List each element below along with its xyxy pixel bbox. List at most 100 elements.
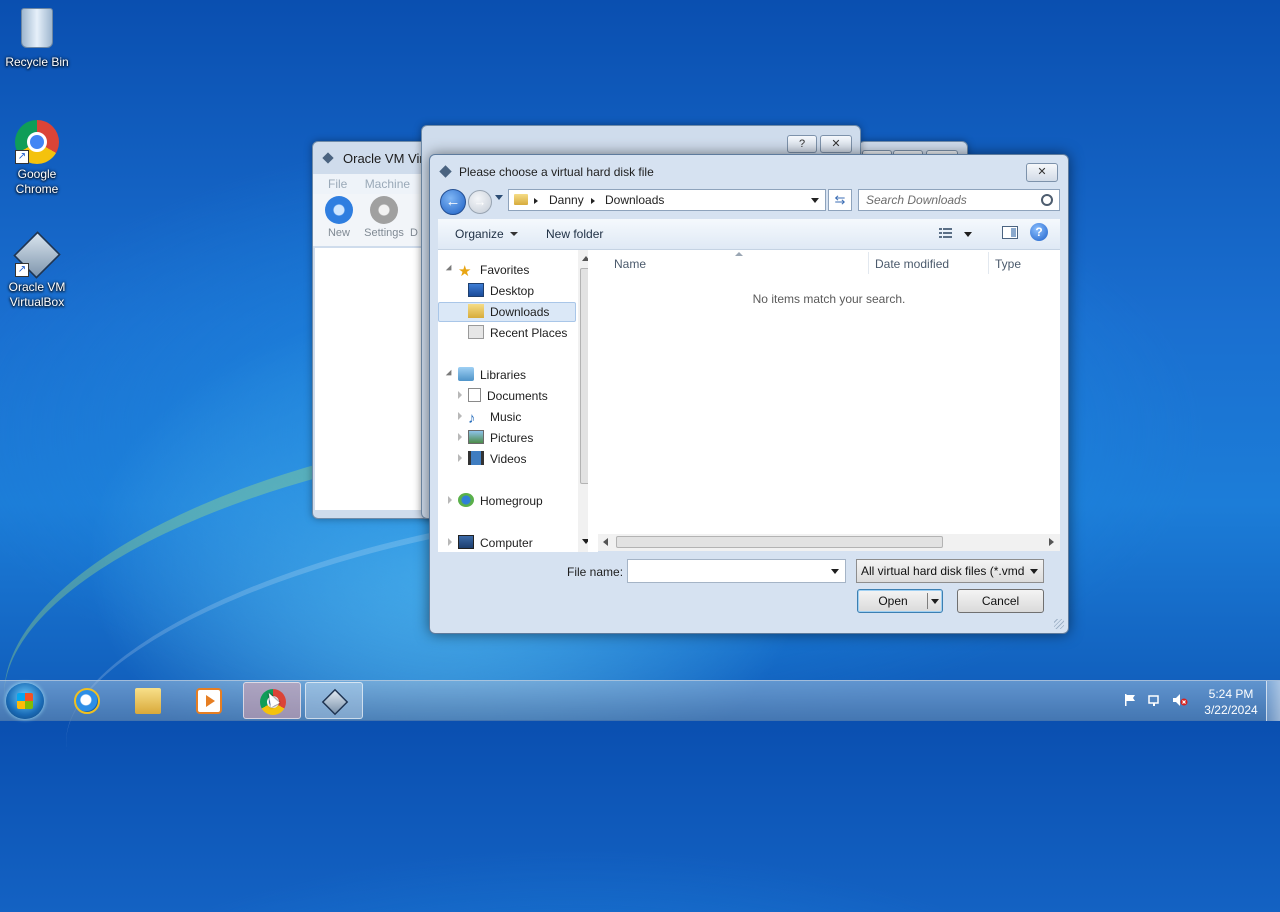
dialog-title: Please choose a virtual hard disk file (439, 165, 654, 179)
show-desktop-button[interactable] (1266, 681, 1280, 721)
search-placeholder: Search Downloads (866, 193, 967, 207)
pane-splitter[interactable] (588, 250, 598, 552)
nav-label: Downloads (490, 305, 550, 319)
taskbar-media-player[interactable] (180, 682, 238, 719)
recycle-bin-icon (15, 8, 59, 52)
taskbar-virtualbox[interactable] (305, 682, 363, 719)
new-folder-button[interactable]: New folder (546, 227, 603, 241)
file-list-horizontal-scrollbar[interactable] (598, 534, 1060, 551)
navigation-bar: ← → Danny Downloads ⇆ Search Downloads (438, 185, 1062, 217)
resize-grip-icon[interactable] (1054, 619, 1064, 629)
file-open-dialog[interactable]: Please choose a virtual hard disk file ✕… (429, 154, 1069, 634)
file-type-dropdown-icon[interactable] (1030, 569, 1038, 574)
file-name-input[interactable] (627, 559, 846, 583)
action-center-flag-icon[interactable] (1123, 693, 1137, 707)
nav-label: Homegroup (480, 494, 543, 508)
column-header-type[interactable]: Type (995, 257, 1021, 271)
network-icon[interactable] (1148, 693, 1162, 707)
refresh-button[interactable]: ⇆ (828, 189, 852, 211)
button-split-divider (927, 593, 928, 609)
command-bar: Organize New folder ? (438, 219, 1060, 250)
desktop-icon-virtualbox[interactable]: ↗ Oracle VM VirtualBox (0, 231, 74, 310)
nav-downloads[interactable]: Downloads (468, 302, 549, 322)
nav-computer[interactable]: Computer (448, 533, 533, 553)
file-type-select[interactable]: All virtual hard disk files (*.vmd (856, 559, 1044, 583)
nav-favorites[interactable]: ★ Favorites (445, 260, 529, 280)
shortcut-arrow-icon: ↗ (15, 263, 29, 277)
virtualbox-icon (321, 688, 349, 716)
help-button[interactable]: ? (1030, 223, 1048, 241)
column-header-name[interactable]: Name (614, 257, 646, 271)
sort-ascending-icon (735, 252, 743, 256)
file-name-label: File name: (567, 565, 624, 579)
taskbar: 5:24 PM 3/22/2024 (0, 680, 1280, 721)
search-icon[interactable] (1041, 194, 1053, 206)
taskbar-windows-explorer[interactable] (119, 682, 177, 719)
file-list[interactable]: Name Date modified Type No items match y… (598, 250, 1060, 534)
desktop-icon-label: Oracle VM VirtualBox (8, 280, 66, 309)
nav-label: Recent Places (490, 326, 568, 340)
help-button[interactable]: ? (787, 135, 817, 153)
system-clock[interactable]: 5:24 PM 3/22/2024 (1200, 686, 1262, 718)
open-button[interactable]: Open (857, 589, 943, 613)
breadcrumb-downloads[interactable]: Downloads (605, 193, 664, 207)
shortcut-arrow-icon: ↗ (15, 150, 29, 164)
nav-recent-places[interactable]: Recent Places (468, 323, 567, 343)
column-header-date-modified[interactable]: Date modified (875, 257, 949, 271)
folder-icon (514, 194, 528, 205)
videos-icon (468, 451, 484, 465)
dialog-title-text: Please choose a virtual hard disk file (459, 165, 654, 179)
windows-explorer-icon (135, 688, 161, 714)
windows-logo-icon (17, 693, 33, 709)
scroll-right-icon[interactable] (1049, 538, 1054, 546)
scrollbar-thumb[interactable] (616, 536, 943, 548)
breadcrumb-arrow-icon[interactable] (591, 198, 595, 204)
cancel-button[interactable]: Cancel (957, 589, 1044, 613)
breadcrumb-arrow-icon[interactable] (534, 198, 538, 204)
nav-libraries[interactable]: Libraries (445, 365, 526, 385)
homegroup-icon (458, 493, 474, 507)
view-dropdown-icon[interactable] (964, 232, 972, 237)
back-button[interactable]: ← (440, 189, 466, 215)
nav-label: Computer (480, 536, 533, 550)
scroll-left-icon[interactable] (603, 538, 608, 546)
discard-button[interactable]: D (407, 196, 421, 239)
menu-machine[interactable]: Machine (365, 177, 410, 191)
desktop-icon (468, 283, 484, 297)
recent-pages-dropdown[interactable] (495, 195, 503, 200)
new-vm-button[interactable]: New (317, 196, 361, 239)
nav-videos[interactable]: Videos (458, 449, 526, 469)
column-divider[interactable] (988, 252, 989, 274)
desktop-icon-recycle-bin[interactable]: Recycle Bin (0, 8, 74, 70)
column-divider[interactable] (868, 252, 869, 274)
volume-muted-icon[interactable] (1172, 693, 1188, 707)
view-options-icon[interactable] (938, 226, 954, 240)
clock-time: 5:24 PM (1208, 687, 1254, 701)
start-button[interactable] (6, 683, 44, 719)
address-dropdown-icon[interactable] (811, 198, 819, 203)
close-button[interactable]: ✕ (1026, 163, 1058, 182)
open-options-dropdown-icon[interactable] (931, 599, 939, 604)
close-button[interactable]: ✕ (820, 135, 852, 153)
desktop-icon-chrome[interactable]: ↗ Google Chrome (0, 120, 74, 197)
nav-homegroup[interactable]: Homegroup (448, 491, 543, 511)
nav-documents[interactable]: Documents (458, 386, 548, 406)
settings-button[interactable]: Settings (362, 196, 406, 239)
star-icon: ★ (458, 263, 472, 280)
search-input[interactable]: Search Downloads (858, 189, 1060, 211)
file-name-dropdown-icon[interactable] (831, 569, 839, 574)
nav-desktop[interactable]: Desktop (468, 281, 534, 301)
preview-pane-button[interactable] (1002, 226, 1018, 239)
libraries-icon (458, 367, 474, 381)
forward-button[interactable]: → (468, 190, 492, 214)
organize-button[interactable]: Organize (455, 227, 518, 241)
nav-pictures[interactable]: Pictures (458, 428, 533, 448)
nav-music[interactable]: ♪ Music (458, 407, 521, 427)
nav-label: Desktop (490, 284, 535, 298)
documents-icon (468, 388, 481, 402)
address-bar[interactable]: Danny Downloads (508, 189, 826, 211)
menu-file[interactable]: File (328, 177, 347, 191)
breadcrumb-danny[interactable]: Danny (549, 193, 584, 207)
taskbar-internet-explorer[interactable] (58, 682, 116, 719)
media-player-icon (196, 688, 222, 714)
